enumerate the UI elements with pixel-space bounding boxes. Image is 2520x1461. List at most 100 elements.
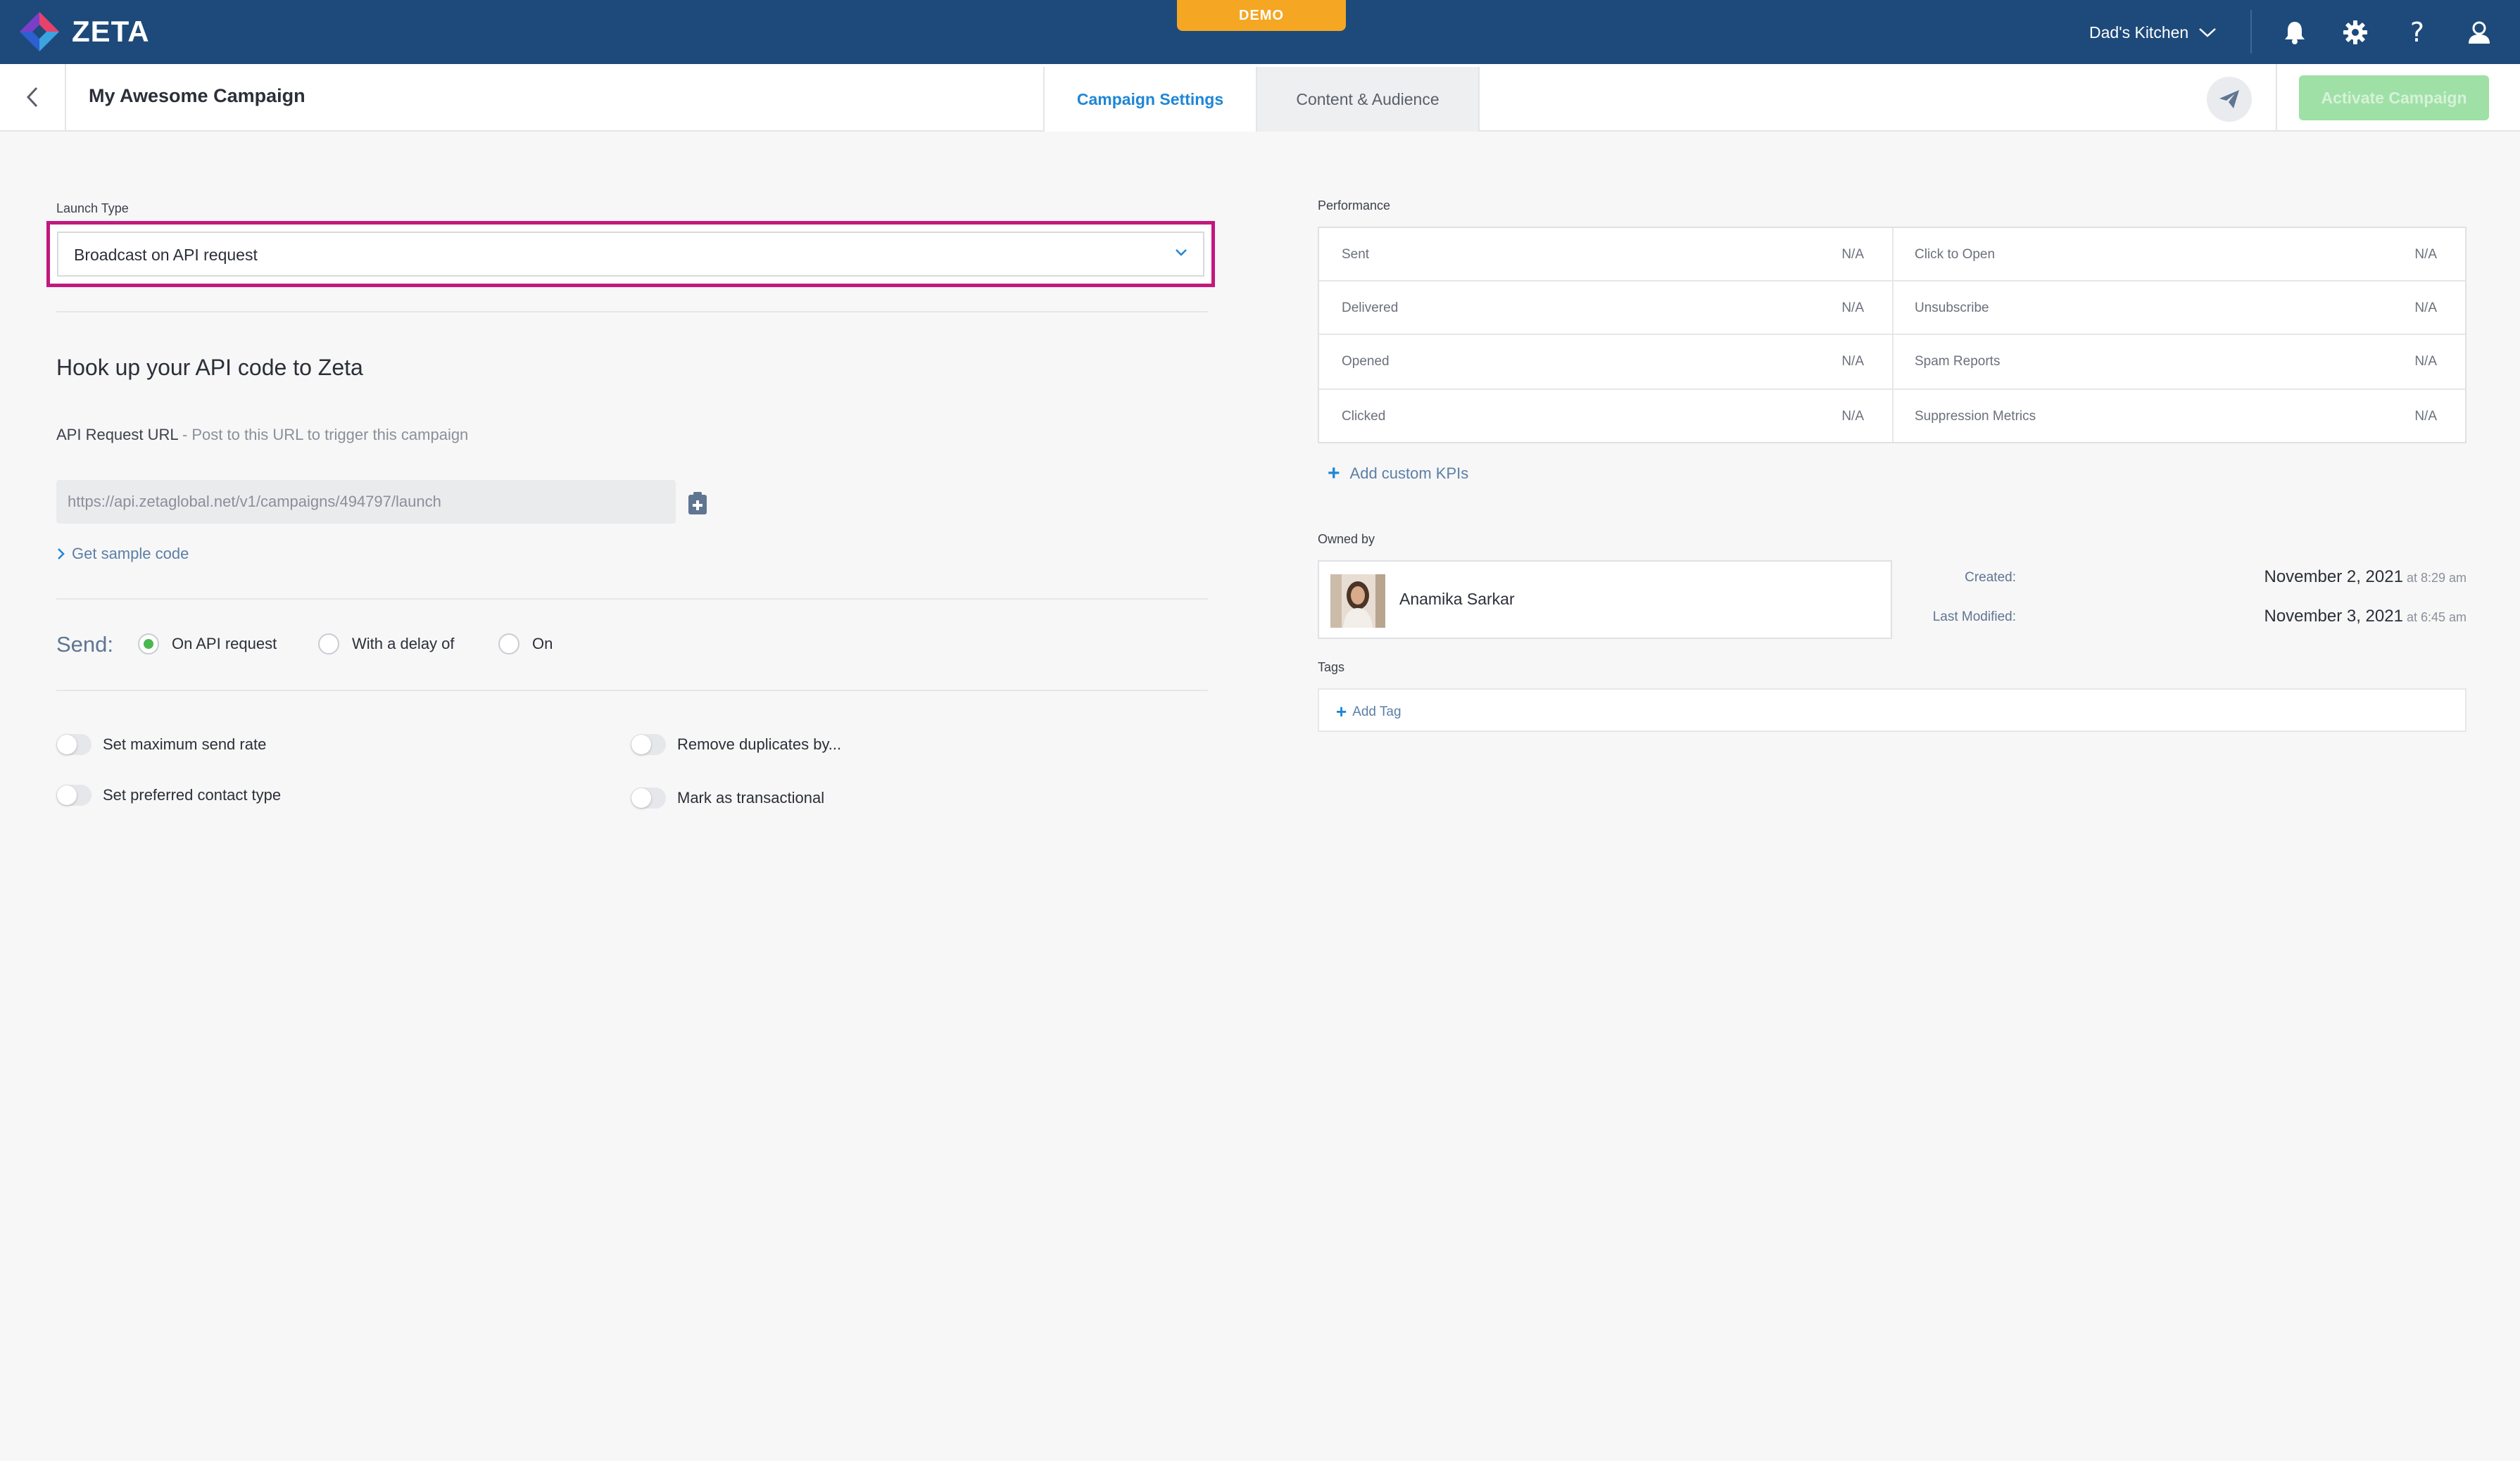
chevron-left-icon (26, 87, 38, 108)
created-timestamp: November 2, 2021 at 8:29 am (2182, 567, 2467, 587)
send-label: Send: (56, 632, 114, 657)
table-divider (1892, 228, 1894, 442)
radio-on-api-request[interactable]: On API request (138, 633, 277, 654)
header-divider (2276, 64, 2277, 130)
metric-opened: Opened N/A (1342, 335, 1892, 388)
add-tag-label: Add Tag (1352, 704, 1401, 719)
sample-code-label: Get sample code (72, 545, 189, 562)
last-modified-label: Last Modified: (1932, 609, 2016, 624)
toggle-switch (56, 734, 92, 755)
plus-icon: + (1336, 701, 1347, 722)
toggle-label: Set preferred contact type (103, 786, 282, 804)
metric-label: Opened (1342, 354, 1390, 369)
owner-card[interactable]: Anamika Sarkar (1318, 560, 1892, 639)
metric-delivered: Delivered N/A (1342, 282, 1892, 335)
metric-value: N/A (2414, 301, 2437, 315)
send-test-button[interactable] (2207, 77, 2252, 122)
gear-icon[interactable] (2338, 15, 2372, 49)
toggle-switch (56, 785, 92, 806)
api-url-label-strong: API Request URL (56, 426, 178, 443)
back-button[interactable] (0, 64, 66, 130)
metric-label: Delivered (1342, 301, 1399, 315)
demo-badge: DEMO (1177, 0, 1346, 31)
modified-time: at 6:45 am (2402, 610, 2467, 624)
radio-dot (318, 633, 339, 654)
tags-label: Tags (1318, 660, 1345, 674)
metric-value: N/A (1841, 247, 1864, 262)
account-name: Dad's Kitchen (2089, 23, 2189, 42)
add-kpi-label: Add custom KPIs (1349, 464, 1469, 482)
modified-date: November 3, 2021 (2264, 607, 2403, 626)
launch-type-value: Broadcast on API request (74, 246, 258, 264)
toggle-remove-duplicates[interactable]: Remove duplicates by... (631, 734, 841, 755)
created-label: Created: (1965, 570, 2016, 585)
metric-clicked: Clicked N/A (1342, 390, 1892, 443)
api-section-title: Hook up your API code to Zeta (56, 355, 363, 380)
radio-label: On (532, 635, 553, 652)
toggle-switch (631, 734, 666, 755)
plus-icon: + (1328, 462, 1340, 485)
created-time: at 8:29 am (2402, 571, 2467, 585)
metric-label: Sent (1342, 247, 1370, 262)
copy-clipboard-icon[interactable] (687, 491, 708, 515)
radio-on-date[interactable]: On (498, 633, 553, 654)
toggle-label: Set maximum send rate (103, 735, 267, 753)
zeta-logo-icon (20, 12, 59, 51)
toggle-switch (631, 788, 666, 809)
launch-type-highlight: Broadcast on API request (46, 221, 1215, 287)
metric-label: Click to Open (1915, 247, 1996, 262)
activate-campaign-button[interactable]: Activate Campaign (2299, 75, 2489, 120)
radio-dot (498, 633, 519, 654)
metric-label: Spam Reports (1915, 354, 2001, 369)
metric-label: Suppression Metrics (1915, 409, 2036, 424)
launch-type-label: Launch Type (56, 201, 129, 215)
toggle-max-send-rate[interactable]: Set maximum send rate (56, 734, 266, 755)
add-custom-kpis-button[interactable]: + Add custom KPIs (1328, 462, 1468, 486)
performance-label: Performance (1318, 198, 1391, 213)
top-navigation-bar: ZETA DEMO Dad's Kitchen ? (0, 0, 2520, 64)
metric-label: Unsubscribe (1915, 301, 1989, 315)
tags-field: + Add Tag (1318, 688, 2467, 732)
user-icon[interactable] (2462, 15, 2496, 49)
metric-click-to-open: Click to Open N/A (1915, 228, 2465, 282)
logo-text: ZETA (72, 15, 150, 48)
created-date: November 2, 2021 (2264, 567, 2403, 586)
toggle-preferred-contact[interactable]: Set preferred contact type (56, 785, 281, 806)
api-url-value: https://api.zetaglobal.net/v1/campaigns/… (68, 493, 441, 510)
avatar (1330, 574, 1385, 628)
account-switcher[interactable]: Dad's Kitchen (2089, 15, 2217, 49)
tab-content-audience[interactable]: Content & Audience (1257, 67, 1480, 132)
metric-value: N/A (1841, 354, 1864, 369)
api-url-hint: - Post to this URL to trigger this campa… (177, 426, 469, 443)
zeta-logo[interactable]: ZETA (17, 8, 150, 55)
radio-label: With a delay of (352, 635, 455, 652)
metric-value: N/A (2414, 247, 2437, 262)
tab-campaign-settings[interactable]: Campaign Settings (1043, 67, 1257, 132)
campaign-header: My Awesome Campaign Campaign Settings Co… (0, 64, 2520, 132)
bell-icon[interactable] (2278, 15, 2312, 49)
metric-suppression: Suppression Metrics N/A (1915, 390, 2465, 443)
radio-dot-selected (138, 633, 159, 654)
api-request-url-label: API Request URL - Post to this URL to tr… (56, 426, 468, 444)
owned-by-label: Owned by (1318, 532, 1375, 546)
metric-value: N/A (1841, 301, 1864, 315)
toggle-label: Mark as transactional (677, 789, 825, 807)
help-icon[interactable]: ? (2400, 15, 2434, 49)
toggle-transactional[interactable]: Mark as transactional (631, 788, 824, 809)
radio-with-delay[interactable]: With a delay of (318, 633, 455, 654)
campaign-title: My Awesome Campaign (89, 85, 305, 106)
topbar-divider (2250, 10, 2252, 53)
metric-value: N/A (2414, 409, 2437, 424)
metric-value: N/A (1841, 409, 1864, 424)
api-url-field[interactable]: https://api.zetaglobal.net/v1/campaigns/… (56, 480, 676, 524)
add-tag-button[interactable]: + Add Tag (1336, 701, 1401, 723)
metric-sent: Sent N/A (1342, 228, 1892, 282)
chevron-down-icon (2199, 28, 2217, 37)
metric-label: Clicked (1342, 409, 1386, 424)
get-sample-code-link[interactable]: Get sample code (56, 545, 189, 563)
chevron-right-icon (58, 548, 65, 559)
launch-type-select[interactable]: Broadcast on API request (57, 232, 1204, 277)
radio-label: On API request (172, 635, 277, 652)
divider (56, 690, 1208, 691)
performance-table: Sent N/A Click to Open N/A Delivered N/A… (1318, 227, 2467, 443)
